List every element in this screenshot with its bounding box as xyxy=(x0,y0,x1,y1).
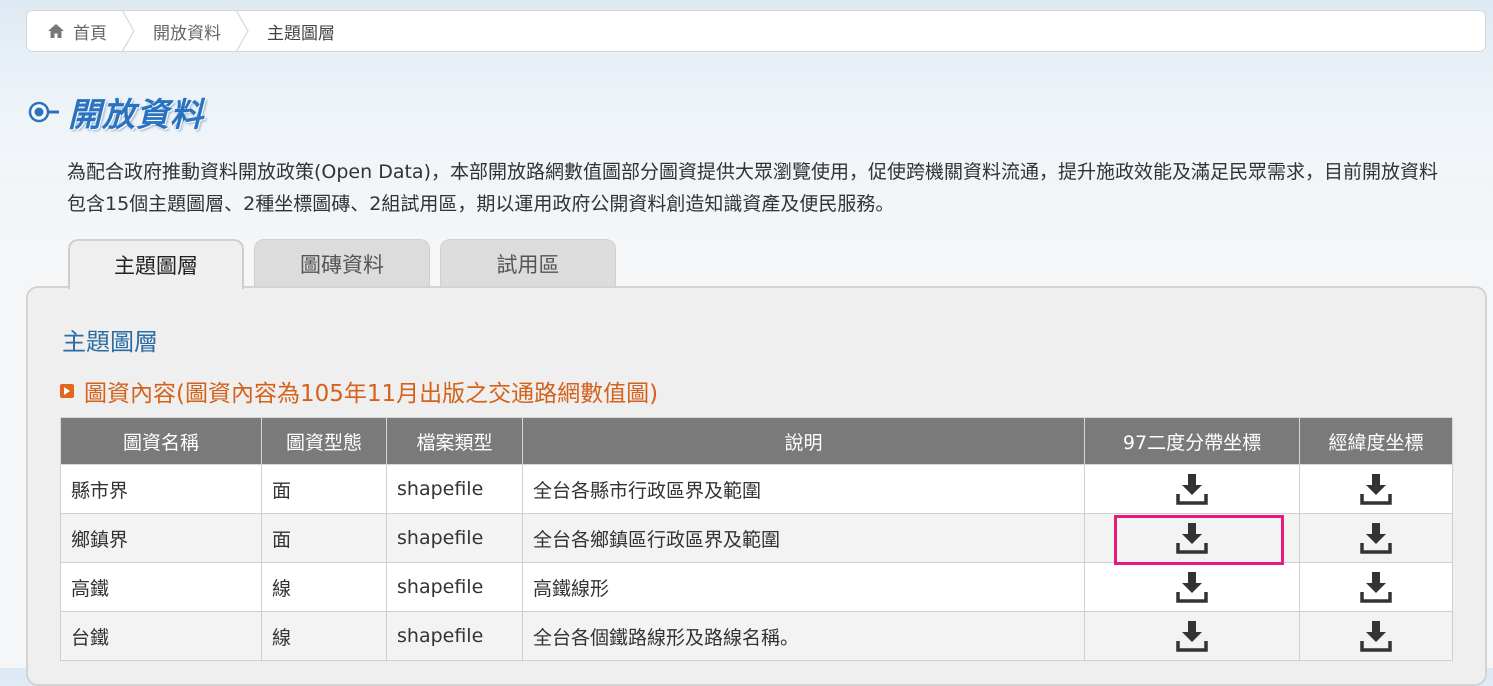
page-title-block: 開放資料 xyxy=(28,88,204,136)
cell-wgs84-download xyxy=(1299,513,1453,563)
breadcrumb-separator xyxy=(121,10,135,52)
header-description: 說明 xyxy=(522,417,1085,465)
header-name: 圖資名稱 xyxy=(60,417,262,465)
download-icon[interactable] xyxy=(1360,472,1392,506)
breadcrumb: 首頁 開放資料 主題圖層 xyxy=(26,10,1486,52)
tab-theme-layers[interactable]: 主題圖層 xyxy=(68,239,244,289)
breadcrumb-home-label: 首頁 xyxy=(73,23,107,44)
download-icon[interactable] xyxy=(1360,570,1392,604)
cell-twd97-download xyxy=(1084,611,1300,661)
cell-file-type: shapefile xyxy=(386,611,523,661)
cell-file-type: shapefile xyxy=(386,513,523,563)
cell-name: 鄉鎮界 xyxy=(60,513,262,563)
cell-description: 高鐵線形 xyxy=(522,562,1085,612)
breadcrumb-current-label: 主題圖層 xyxy=(267,23,335,44)
intro-text: 為配合政府推動資料開放政策(Open Data)，本部開放路網數值圖部分圖資提供… xyxy=(67,161,1438,215)
cell-wgs84-download xyxy=(1299,611,1453,661)
cell-name: 縣市界 xyxy=(60,464,262,514)
cell-file-type: shapefile xyxy=(386,562,523,612)
cell-description: 全台各縣市行政區界及範圍 xyxy=(522,464,1085,514)
breadcrumb-home[interactable]: 首頁 xyxy=(27,11,121,51)
cell-twd97-download xyxy=(1084,562,1300,612)
download-icon[interactable] xyxy=(1176,472,1208,506)
header-wgs84: 經緯度坐標 xyxy=(1299,417,1453,465)
section-title: 主題圖層 xyxy=(62,328,158,356)
cell-description: 全台各個鐵路線形及路線名稱。 xyxy=(522,611,1085,661)
data-table: 圖資名稱 圖資型態 檔案類型 說明 97二度分帶坐標 經緯度坐標 縣市界 面 s… xyxy=(60,417,1453,661)
breadcrumb-current: 主題圖層 xyxy=(249,11,349,51)
tab-bar: 主題圖層 圖磚資料 試用區 xyxy=(68,239,626,289)
cell-geometry: 線 xyxy=(261,611,387,661)
header-geometry: 圖資型態 xyxy=(261,417,387,465)
cell-file-type: shapefile xyxy=(386,464,523,514)
table-header-row: 圖資名稱 圖資型態 檔案類型 說明 97二度分帶坐標 經緯度坐標 xyxy=(60,417,1453,465)
page-title: 開放資料 xyxy=(68,95,204,134)
subtitle: 圖資內容(圖資內容為105年11月出版之交通路網數值圖) xyxy=(60,374,658,408)
breadcrumb-separator xyxy=(235,10,249,52)
cell-description: 全台各鄉鎮區行政區界及範圍 xyxy=(522,513,1085,563)
cell-name: 高鐵 xyxy=(60,562,262,612)
cell-twd97-download xyxy=(1084,464,1300,514)
download-icon[interactable] xyxy=(1176,619,1208,653)
download-icon[interactable] xyxy=(1176,521,1208,555)
header-twd97: 97二度分帶坐標 xyxy=(1084,417,1300,465)
breadcrumb-open-data[interactable]: 開放資料 xyxy=(135,11,235,51)
table-row: 高鐵 線 shapefile 高鐵線形 xyxy=(60,562,1453,612)
tab-trial-area[interactable]: 試用區 xyxy=(440,239,616,287)
subtitle-text: 圖資內容(圖資內容為105年11月出版之交通路網數值圖) xyxy=(84,381,659,407)
table-row: 台鐵 線 shapefile 全台各個鐵路線形及路線名稱。 xyxy=(60,611,1453,661)
tab-tile-data[interactable]: 圖磚資料 xyxy=(254,239,430,287)
table-row: 鄉鎮界 面 shapefile 全台各鄉鎮區行政區界及範圍 xyxy=(60,513,1453,563)
cell-geometry: 面 xyxy=(261,464,387,514)
home-icon xyxy=(47,23,65,39)
cell-wgs84-download xyxy=(1299,464,1453,514)
cell-twd97-download xyxy=(1084,513,1300,563)
breadcrumb-open-data-label: 開放資料 xyxy=(153,23,221,44)
cell-name: 台鐵 xyxy=(60,611,262,661)
table-row: 縣市界 面 shapefile 全台各縣市行政區界及範圍 xyxy=(60,464,1453,514)
download-icon[interactable] xyxy=(1360,521,1392,555)
download-icon[interactable] xyxy=(1176,570,1208,604)
download-icon[interactable] xyxy=(1360,619,1392,653)
play-square-icon xyxy=(60,384,74,398)
eye-bullet-icon xyxy=(28,100,60,124)
cell-geometry: 面 xyxy=(261,513,387,563)
cell-wgs84-download xyxy=(1299,562,1453,612)
cell-geometry: 線 xyxy=(261,562,387,612)
header-file-type: 檔案類型 xyxy=(386,417,523,465)
